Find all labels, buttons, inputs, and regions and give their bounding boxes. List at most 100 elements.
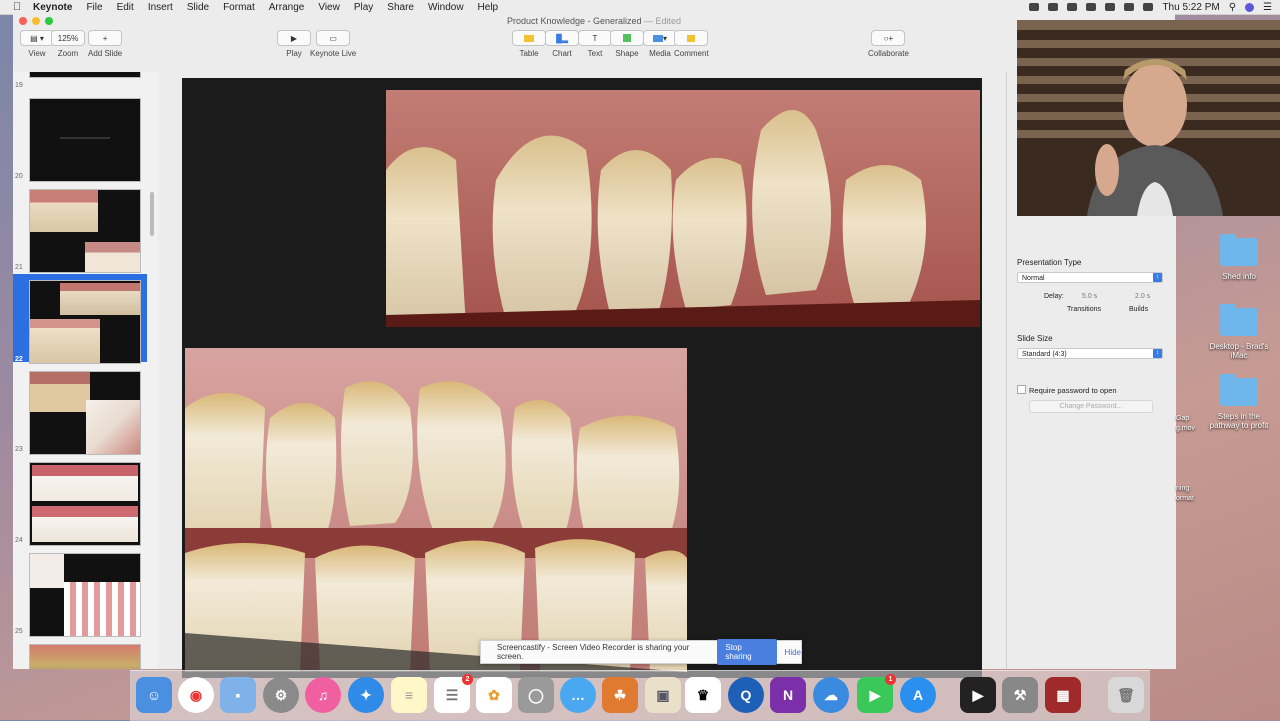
spotlight-icon[interactable]: ⚲ [1229,2,1236,13]
close-button[interactable] [19,17,27,25]
folder-desktop-brads-imac[interactable]: Desktop - Brad's iMac [1205,304,1273,360]
view-button[interactable]: ▤ ▾ View [20,30,54,58]
system-preferences-icon[interactable]: ⚙ [263,677,299,713]
preview-icon[interactable]: ▣ [645,677,681,713]
menu-view[interactable]: View [311,2,347,13]
desktop-file-label[interactable]: ning [1176,485,1189,492]
photos-icon[interactable]: ✿ [476,677,512,713]
thumb-teeth-photo [30,190,98,232]
menu-file[interactable]: File [79,2,109,13]
trash-icon[interactable]: 🗑 [1108,677,1144,713]
table-label: Table [519,49,539,58]
dropbox-icon[interactable] [1048,3,1059,11]
media-icon: ▾ [643,30,677,46]
reminders-icon[interactable]: ☰ 2 [434,674,473,713]
desktop-file-label[interactable]: ormat [1176,495,1194,502]
teeth-image-top [386,90,980,327]
slide-thumb-26[interactable] [29,644,141,669]
apple-icon[interactable]:  [8,1,26,13]
wifi-icon[interactable] [1105,3,1116,11]
teeth-photo-top[interactable] [386,90,980,327]
photo-booth-icon[interactable]: ▦ [1045,677,1081,713]
facetime-icon[interactable]: ▶ 1 [857,674,896,713]
desktop-file-label[interactable]: g.mov [1176,425,1195,432]
chart-button[interactable]: █▂ Chart [545,30,579,58]
slide-thumb-23[interactable] [29,371,141,455]
keynote-live-button[interactable]: ▭ Keynote Live [310,30,356,58]
menu-format[interactable]: Format [216,2,262,13]
slide-canvas[interactable] [158,72,1006,678]
itunes-icon[interactable]: ♫ [305,677,341,713]
stop-sharing-button[interactable]: Stop sharing [717,639,777,665]
camera-icon[interactable] [1029,3,1040,11]
final-cut-icon[interactable]: ▶ [960,677,996,713]
change-password-button[interactable]: Change Password... [1029,400,1153,413]
menu-slide[interactable]: Slide [180,2,216,13]
transitions-label: Transitions [1067,306,1101,313]
menu-edit[interactable]: Edit [110,2,141,13]
hide-button[interactable]: Hide [785,648,801,657]
shape-button[interactable]: Shape [610,30,644,58]
menu-help[interactable]: Help [471,2,506,13]
fruit-app-icon[interactable]: ☘ [602,677,638,713]
keynote-icon[interactable]: ▪ [220,677,256,713]
webcam-overlay [1017,20,1280,216]
builds-delay-field[interactable]: 2.0 s [1135,293,1150,300]
teeth-photo-bottom[interactable] [185,348,687,672]
onenote-icon[interactable]: N [770,677,806,713]
quicktime-icon[interactable]: Q [728,677,764,713]
menu-insert[interactable]: Insert [141,2,180,13]
require-password-checkbox[interactable] [1017,385,1026,394]
slide-thumb-24[interactable] [29,462,141,546]
app-store-icon[interactable]: A [900,677,936,713]
folder-steps-pathway[interactable]: Steps in the pathway to profit [1205,374,1273,430]
kindle-icon[interactable]: ♛ [685,677,721,713]
airplay-icon[interactable] [1086,3,1097,11]
battery-icon[interactable] [1143,3,1154,11]
slide-thumb-22[interactable] [29,280,141,364]
finder-icon[interactable]: ☺ [136,677,172,713]
siri-icon[interactable] [1245,2,1255,12]
table-button[interactable]: Table [512,30,546,58]
notification-center-icon[interactable]: ☰ [1263,2,1272,13]
presentation-type-select[interactable]: Normal ↕ [1017,272,1163,283]
screenshot-icon[interactable]: ◯ [518,677,554,713]
transitions-delay-field[interactable]: 5.0 s [1082,293,1097,300]
menu-window[interactable]: Window [421,2,471,13]
comment-button[interactable]: Comment [674,30,709,58]
clock[interactable]: Thu 5:22 PM [1162,2,1219,13]
folder-shed-info[interactable]: Shed info [1214,234,1264,281]
slide-thumb-21[interactable] [29,189,141,273]
zoom-control[interactable]: 125% Zoom [51,30,85,58]
cloud-icon[interactable] [1067,3,1078,11]
zoom-value[interactable]: 125% [51,30,85,46]
slide-size-select[interactable]: Standard (4:3) ↕ [1017,348,1163,359]
slide-navigator[interactable]: 19 20 21 22 23 24 25 [13,72,159,669]
menu-share[interactable]: Share [380,2,421,13]
collaborate-button[interactable]: ○+ Collaborate [868,30,909,58]
folder-label: Desktop - Brad's iMac [1209,342,1269,360]
plus-icon: + [88,30,123,46]
slide-thumb-20[interactable] [29,98,141,182]
slide-thumb-19[interactable] [29,72,141,78]
slide-thumb-25[interactable] [29,553,141,637]
navigator-scrollbar[interactable] [150,192,154,236]
minimize-button[interactable] [32,17,40,25]
menu-arrange[interactable]: Arrange [262,2,312,13]
zoom-window-button[interactable] [45,17,53,25]
chrome-icon[interactable]: ◉ [178,677,214,713]
desktop-file-label[interactable]: Gap [1176,415,1189,422]
onedrive-icon[interactable]: ☁ [813,677,849,713]
notes-icon[interactable]: ≡ [391,677,427,713]
menu-keynote[interactable]: Keynote [26,2,79,13]
add-slide-button[interactable]: + Add Slide [88,30,122,58]
media-button[interactable]: ▾ Media [643,30,677,58]
text-button[interactable]: T Text [578,30,612,58]
menu-play[interactable]: Play [347,2,380,13]
play-button[interactable]: ▶ Play [277,30,311,58]
safari-icon[interactable]: ✦ [348,677,384,713]
utility-icon[interactable]: ⚒ [1002,677,1038,713]
current-slide[interactable] [182,78,982,678]
messages-icon[interactable]: … [560,677,596,713]
volume-icon[interactable] [1124,3,1135,11]
